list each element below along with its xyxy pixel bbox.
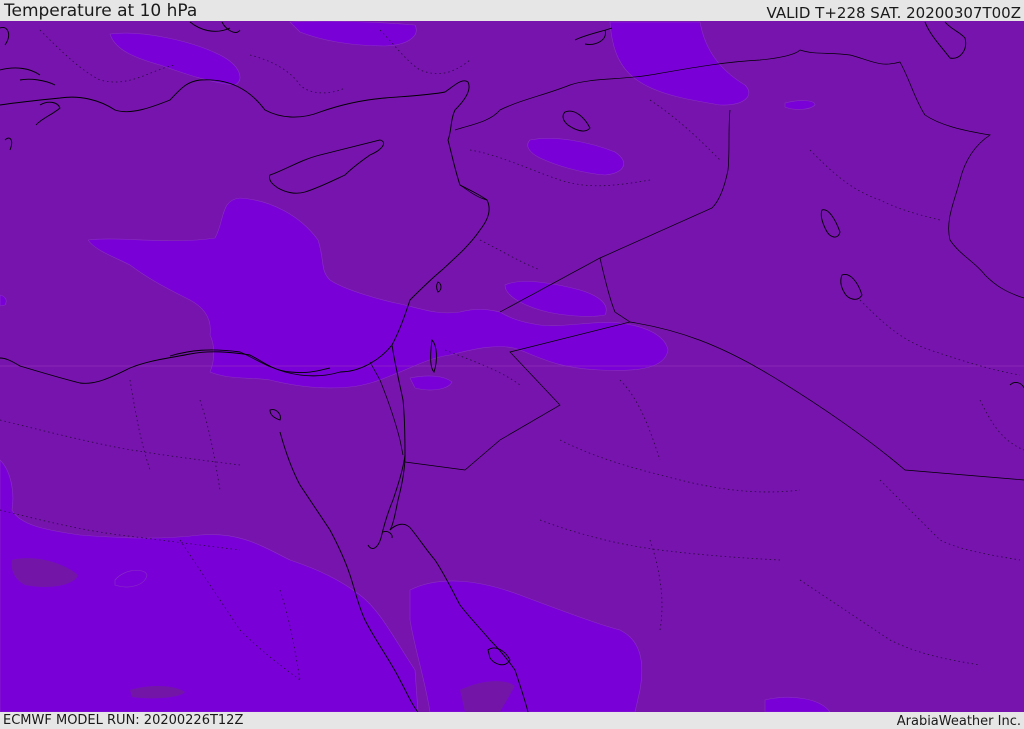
- weather-map-frame: Temperature at 10 hPa VALID T+228 SAT. 2…: [0, 0, 1024, 729]
- model-run-label: ECMWF MODEL RUN: 20200226T12Z: [3, 713, 244, 728]
- header-bar: Temperature at 10 hPa VALID T+228 SAT. 2…: [0, 0, 1024, 21]
- map-panel[interactable]: [0, 21, 1024, 712]
- map-canvas: [0, 21, 1024, 712]
- footer-bar: ECMWF MODEL RUN: 20200226T12Z ArabiaWeat…: [0, 712, 1024, 729]
- map-title: Temperature at 10 hPa: [4, 1, 198, 21]
- valid-time: VALID T+228 SAT. 20200307T00Z: [766, 4, 1021, 22]
- credit-label: ArabiaWeather Inc.: [896, 714, 1021, 729]
